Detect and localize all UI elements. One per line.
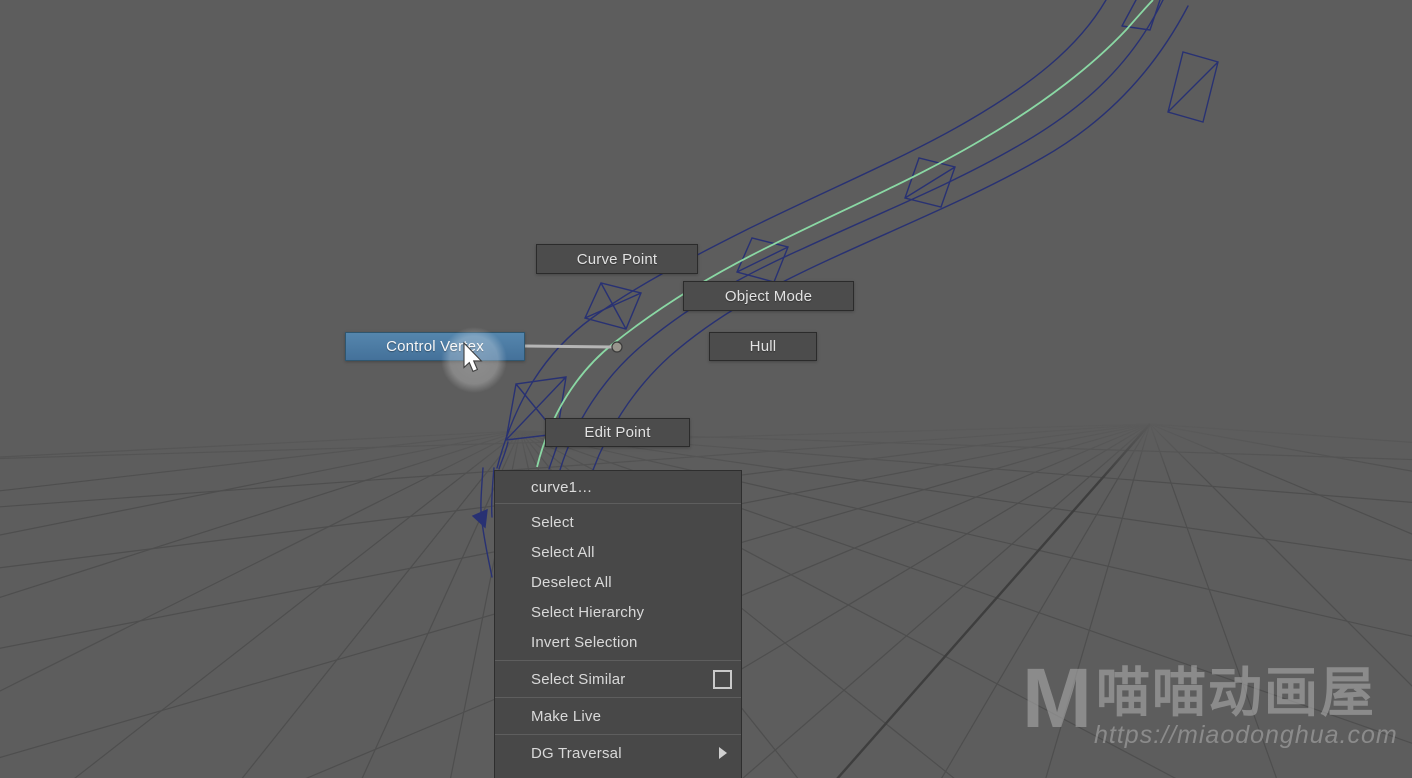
marking-menu-item-control-vertex[interactable]: Control Vertex	[345, 332, 525, 361]
maya-viewport[interactable]: M 喵喵动画屋 https://miaodonghua.com Curve Po…	[0, 0, 1412, 778]
marking-menu-item-edit-point[interactable]: Edit Point	[545, 418, 690, 447]
menu-item-invert-selection[interactable]: Invert Selection	[495, 627, 741, 657]
menu-item-select-similar[interactable]: Select Similar	[495, 664, 741, 694]
menu-item-label: DG Traversal	[531, 744, 622, 762]
context-menu: curve1… Select Select All Deselect All S…	[494, 470, 742, 778]
menu-item-select[interactable]: Select	[495, 507, 741, 537]
marking-menu-item-hull[interactable]: Hull	[709, 332, 817, 361]
menu-item-make-live[interactable]: Make Live	[495, 701, 741, 731]
menu-item-select-all[interactable]: Select All	[495, 537, 741, 567]
menu-item-label: Select Similar	[531, 670, 626, 688]
checkbox-unchecked-icon[interactable]	[713, 670, 732, 689]
marking-menu-origin-dot	[611, 341, 623, 353]
nurbs-curve[interactable]	[536, 0, 1154, 468]
marking-menu-item-curve-point[interactable]: Curve Point	[536, 244, 698, 274]
submenu-arrow-icon	[719, 747, 727, 759]
menu-item-select-hierarchy[interactable]: Select Hierarchy	[495, 597, 741, 627]
context-menu-header: curve1…	[531, 478, 593, 496]
menu-item-deselect-all[interactable]: Deselect All	[495, 567, 741, 597]
menu-item-dg-traversal[interactable]: DG Traversal	[495, 738, 741, 768]
marking-menu-item-object-mode[interactable]: Object Mode	[683, 281, 854, 311]
marking-menu-connector	[524, 344, 614, 349]
